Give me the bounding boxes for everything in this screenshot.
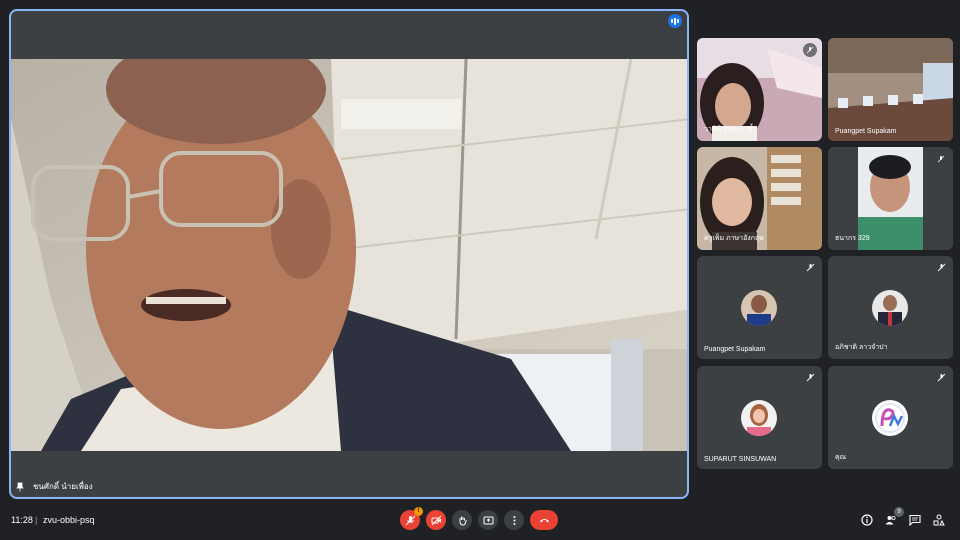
participant-name: Puangpet Supakam [835,128,897,135]
main-speaker-name-row: ชนศักดิ์ นำยเพื่อง [15,480,93,493]
participant-tile[interactable]: อภิชาติ ลาวจำปา [828,256,953,359]
leave-call-button[interactable] [530,510,558,530]
camera-off-icon [431,515,441,525]
chat-button[interactable] [908,513,922,527]
mic-off-icon [803,43,817,57]
main-speaker-name: ชนศักดิ์ นำยเพื่อง [33,482,93,491]
mic-off-icon [806,373,815,382]
more-options-button[interactable] [504,510,524,530]
meeting-code: zvu-obbi-psq [43,515,95,525]
participant-name: วาทินี ผินจะปาอ้ำ [704,126,757,133]
microphone-off-icon [405,515,415,525]
camera-toggle-button[interactable] [426,510,446,530]
meeting-separator: | [35,515,38,525]
main-speaker-video [11,59,687,451]
microphone-toggle-button[interactable]: ! [400,507,423,530]
participant-tile[interactable]: Puangpet Supakam [697,256,822,359]
activities-icon [933,514,945,526]
participant-name: SUPARUT SINSUWAN [704,456,777,463]
participant-tile[interactable]: SUPARUT SINSUWAN [697,366,822,469]
avatar [872,290,908,326]
participant-tile[interactable]: ครูเพ็ม ภาษาอังกฤษ [697,147,822,250]
raise-hand-icon [459,516,467,526]
participant-tile[interactable]: วาทินี ผินจะปาอ้ำ [697,38,822,141]
activities-button[interactable] [932,513,946,527]
participant-tile[interactable]: Puangpet Supakam [828,38,953,141]
participant-name: Puangpet Supakam [704,346,766,353]
speaking-indicator-icon [668,14,682,28]
avatar [872,400,908,436]
mic-off-icon [806,263,815,272]
mic-off-icon [937,263,946,272]
mic-off-icon [934,152,948,166]
mic-alert-badge: ! [414,507,423,516]
more-options-icon [513,515,515,525]
meeting-info-icon [861,514,873,526]
main-speaker-tile[interactable]: ชนศักดิ์ นำยเพื่อง [9,9,689,499]
meeting-info-button[interactable] [860,513,874,527]
raise-hand-button[interactable] [452,510,472,530]
participant-name: อภิชาติ ลาวจำปา [835,344,888,351]
participants-count-badge: 9 [894,507,904,517]
end-call-icon [539,518,549,522]
meeting-toolbar: 11:28 | zvu-obbi-psq ! 9 [0,504,960,540]
avatar [741,400,777,436]
meeting-time: 11:28 [11,515,33,525]
present-screen-button[interactable] [478,510,498,530]
participant-name: ครูเพ็ม ภาษาอังกฤษ [704,235,764,242]
chat-icon [909,514,921,526]
participant-tile[interactable]: ธนากร 329 [828,147,953,250]
participant-name: ธนากร 329 [835,235,870,242]
people-button[interactable]: 9 [884,507,904,527]
participant-tile[interactable]: คุณ [828,366,953,469]
pin-icon[interactable] [15,482,25,492]
mic-off-icon [937,373,946,382]
present-screen-icon [483,516,493,524]
participant-name: คุณ [835,454,847,461]
avatar [741,290,777,326]
participant-video [828,38,953,141]
